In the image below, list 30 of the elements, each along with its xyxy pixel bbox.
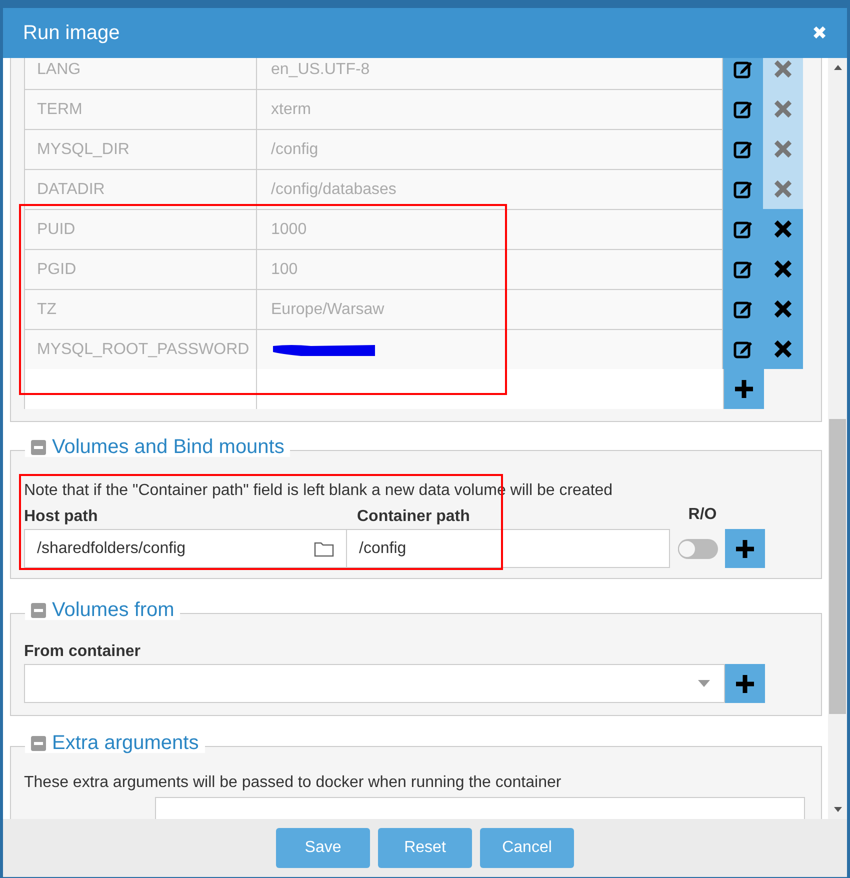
table-cell: TZ <box>24 289 257 330</box>
field-label: R/O <box>688 505 717 525</box>
table-cell: PGID <box>24 249 257 290</box>
table-cell: TERM <box>24 89 257 130</box>
section-title: Extra arguments <box>52 733 199 753</box>
window-title: Run image <box>23 21 120 46</box>
section-title: Volumes and Bind mounts <box>52 437 284 457</box>
table-cell: xterm <box>256 89 723 130</box>
close-button[interactable]: ✖ <box>812 24 827 42</box>
field-label: Container path <box>356 507 471 527</box>
section-title: Volumes from <box>52 600 174 620</box>
table-cell: Europe/Warsaw <box>256 289 723 330</box>
table-cell: PUID <box>24 209 257 250</box>
footer-button[interactable]: Reset <box>378 828 472 868</box>
footer-button[interactable]: Save <box>276 828 370 868</box>
table-cell: DATADIR <box>24 169 257 210</box>
note-text: These extra arguments will be passed to docker when running the container <box>24 773 562 793</box>
table-cell: 100 <box>256 249 723 290</box>
table-cell: en_US.UTF-8 <box>256 58 723 90</box>
field-label: From container <box>24 642 142 662</box>
footer-button[interactable]: Cancel <box>480 828 574 868</box>
container-path-field[interactable]: /config <box>346 529 670 568</box>
table-cell: LANG <box>24 58 257 90</box>
table-cell: /config/databases <box>256 169 723 210</box>
table-cell: MYSQL_ROOT_PASSWORD <box>24 329 257 370</box>
field-label: Host path <box>24 507 99 527</box>
table-cell: MYSQL_DIR <box>24 129 257 170</box>
table-cell: 1000 <box>256 209 723 250</box>
table-cell: /config <box>256 129 723 170</box>
host-path-field[interactable]: /sharedfolders/config <box>24 529 347 568</box>
